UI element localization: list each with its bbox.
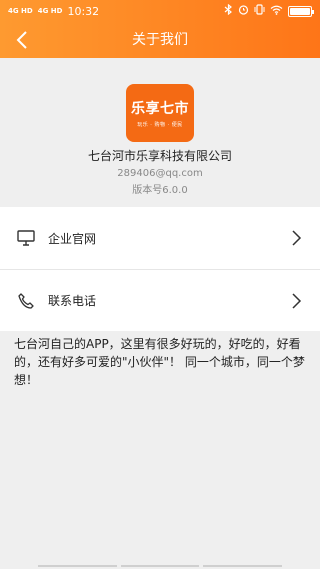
battery-level bbox=[290, 7, 310, 15]
chevron-right-icon bbox=[292, 230, 302, 246]
company-name: 七台河市乐享科技有限公司 bbox=[87, 149, 232, 163]
divider-segment bbox=[120, 565, 200, 567]
status-time: 10:32 bbox=[67, 4, 100, 18]
signal-icon-2: 4G HD bbox=[37, 6, 63, 15]
app-description: 七台河自己的APP，这里有很多好玩的，好吃的，好看的，还有好多可爱的"小伙伴"！… bbox=[14, 337, 305, 387]
bluetooth-icon bbox=[224, 3, 233, 18]
title-bar: 关于我们 bbox=[0, 22, 320, 58]
chevron-right-icon bbox=[292, 292, 302, 309]
wifi-icon bbox=[270, 5, 283, 18]
alarm-icon bbox=[238, 4, 249, 18]
page-title: 关于我们 bbox=[132, 32, 188, 48]
divider-segment bbox=[38, 565, 117, 567]
status-bar: 4G HD 4G HD 10:32 bbox=[0, 0, 320, 22]
monitor-icon bbox=[16, 228, 36, 248]
menu-item-website[interactable]: 企业官网 bbox=[0, 207, 320, 269]
logo-sub-text: 玩乐 · 购物 · 便民 bbox=[137, 122, 183, 128]
menu-item-label: 联系电话 bbox=[48, 294, 97, 308]
vibrate-icon bbox=[254, 4, 265, 18]
battery-icon bbox=[288, 5, 314, 17]
menu-list: 企业官网 联系电话 bbox=[0, 207, 320, 331]
menu-item-label: 企业官网 bbox=[48, 231, 97, 246]
logo-main-text: 乐享七市 bbox=[131, 101, 189, 117]
app-logo: 乐享七市 玩乐 · 购物 · 便民 bbox=[126, 84, 194, 142]
menu-item-phone[interactable]: 联系电话 bbox=[0, 269, 320, 331]
contact-email: 289406@qq.com bbox=[117, 168, 203, 179]
signal-icon-1: 4G HD bbox=[8, 6, 33, 15]
phone-icon bbox=[16, 291, 36, 311]
app-version: 版本号6.0.0 bbox=[132, 185, 188, 196]
divider-segment bbox=[203, 565, 283, 567]
bottom-divider bbox=[38, 565, 283, 569]
